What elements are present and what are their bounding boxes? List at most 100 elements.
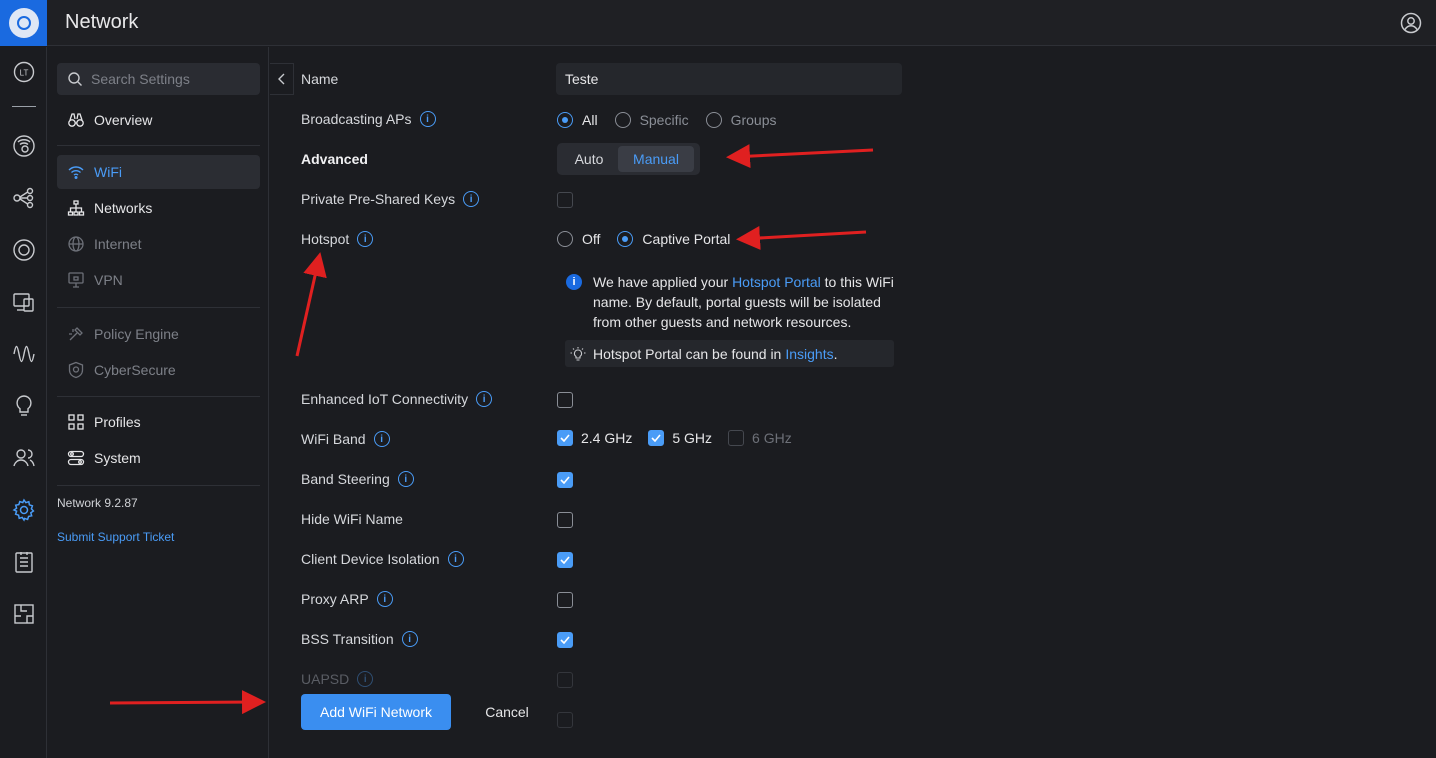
info-icon[interactable]: i (357, 231, 374, 247)
radio-specific[interactable]: Specific (614, 112, 689, 128)
band-6ghz[interactable]: 6 GHz (728, 430, 792, 446)
sidebar-item-label: CyberSecure (94, 362, 176, 378)
advanced-segmented-control: Auto Manual (557, 143, 700, 175)
info-icon[interactable]: i (401, 631, 418, 647)
enhanced-iot-label: Enhanced IoT Connectivity i (301, 391, 493, 407)
top-bar: Network (0, 0, 1436, 46)
cancel-button[interactable]: Cancel (467, 694, 547, 730)
radio-label: All (582, 112, 598, 128)
sidebar-item-label: WiFi (94, 164, 122, 180)
site-lt-label: LT (20, 69, 29, 78)
innerspace-icon[interactable] (11, 601, 37, 627)
name-label: Name (301, 71, 339, 87)
hotspot-portal-link[interactable]: Hotspot Portal (732, 274, 821, 290)
hotspot-options: Off Captive Portal (557, 231, 747, 247)
client-device-isolation-checkbox[interactable] (557, 552, 573, 568)
bss-transition-checkbox[interactable] (557, 632, 573, 648)
topology-icon[interactable] (11, 185, 37, 211)
insights-wave-icon[interactable] (11, 341, 37, 367)
sidebar-item-label: Networks (94, 200, 153, 216)
uapsd-text: UAPSD (301, 671, 350, 687)
hotspot-text: Hotspot (301, 231, 350, 247)
info-icon[interactable]: i (463, 191, 480, 207)
band-steering-checkbox[interactable] (557, 472, 573, 488)
advanced-auto-option[interactable]: Auto (560, 146, 618, 172)
sidebar-item-wifi[interactable]: WiFi (57, 155, 260, 189)
proxy-arp-checkbox[interactable] (557, 592, 573, 608)
band-label: 2.4 GHz (581, 430, 633, 446)
sidebar-item-policy-engine[interactable]: Policy Engine (57, 317, 260, 351)
info-icon[interactable]: i (373, 431, 390, 447)
insights-link[interactable]: Insights (785, 346, 833, 362)
radio-circle[interactable] (557, 231, 573, 247)
sidebar-item-overview[interactable]: Overview (57, 103, 260, 137)
settings-sidebar: Overview WiFi Networks Internet VPN Poli… (48, 47, 269, 758)
app-rail: LT (0, 47, 47, 758)
user-account-icon[interactable] (1400, 12, 1422, 34)
wifi-icon (67, 163, 85, 181)
info-icon[interactable]: i (376, 591, 393, 607)
radio-groups[interactable]: Groups (705, 112, 777, 128)
band-2-4ghz[interactable]: 2.4 GHz (557, 430, 632, 446)
checkbox-checked[interactable] (648, 430, 665, 446)
checkbox-unchecked[interactable] (728, 430, 745, 446)
sidebar-item-profiles[interactable]: Profiles (57, 405, 260, 439)
lightbulb-icon[interactable] (11, 393, 37, 419)
hotspot-notice-text: We have applied your Hotspot Portal to t… (593, 274, 894, 330)
radio-circle[interactable] (705, 112, 722, 128)
add-wifi-network-button[interactable]: Add WiFi Network (301, 694, 451, 730)
enhanced-iot-checkbox[interactable] (557, 392, 573, 408)
globe-icon (67, 235, 85, 253)
devices-icon[interactable] (11, 237, 37, 263)
sidebar-divider (57, 396, 260, 397)
uapsd-checkbox[interactable] (557, 672, 573, 688)
dashboard-icon[interactable] (11, 133, 37, 159)
network-tree-icon (67, 199, 85, 217)
sidebar-item-label: System (94, 450, 141, 466)
info-icon[interactable]: i (357, 671, 374, 687)
site-lt-icon[interactable]: LT (11, 59, 37, 85)
info-icon[interactable]: i (476, 391, 493, 407)
sidebar-item-system[interactable]: System (57, 441, 260, 475)
submit-support-ticket-link[interactable]: Submit Support Ticket (57, 530, 174, 544)
hidden-row-checkbox[interactable] (557, 712, 573, 728)
wifi-band-label: WiFi Band i (301, 431, 390, 447)
band-steering-label: Band Steering i (301, 471, 414, 487)
checkbox-checked[interactable] (557, 430, 573, 446)
logs-icon[interactable] (11, 549, 37, 575)
band-steering-text: Band Steering (301, 471, 390, 487)
radio-circle[interactable] (557, 112, 573, 128)
radio-circle[interactable] (617, 231, 634, 247)
info-icon[interactable]: i (447, 551, 464, 567)
radio-off[interactable]: Off (557, 231, 600, 247)
sidebar-item-networks[interactable]: Networks (57, 191, 260, 225)
radio-circle[interactable] (614, 112, 631, 128)
band-5ghz[interactable]: 5 GHz (648, 430, 712, 446)
private-pre-shared-keys-label: Private Pre-Shared Keys i (301, 191, 480, 207)
binoculars-icon (67, 111, 85, 129)
info-icon[interactable]: i (419, 111, 436, 127)
radio-captive-portal[interactable]: Captive Portal (617, 231, 730, 247)
name-input[interactable] (556, 63, 902, 95)
profiles-grid-icon (67, 413, 85, 431)
clients-icon[interactable] (11, 289, 37, 315)
hide-wifi-name-checkbox[interactable] (557, 512, 573, 528)
info-icon[interactable]: i (397, 471, 414, 487)
sidebar-item-vpn[interactable]: VPN (57, 263, 260, 297)
unifi-logo-icon[interactable] (0, 0, 47, 46)
sidebar-item-label: Profiles (94, 414, 141, 430)
search-input[interactable] (91, 71, 251, 87)
search-box[interactable] (57, 63, 260, 95)
shield-icon (67, 361, 85, 379)
hotspot-label: Hotspot i (301, 231, 374, 247)
hotspot-tip: Hotspot Portal can be found in Insights. (565, 340, 894, 367)
settings-gear-icon[interactable] (11, 497, 37, 523)
radio-all[interactable]: All (557, 112, 598, 128)
private-pre-shared-keys-checkbox[interactable] (557, 192, 573, 208)
sidebar-item-internet[interactable]: Internet (57, 227, 260, 261)
wifi-band-text: WiFi Band (301, 431, 366, 447)
sidebar-item-cybersecure[interactable]: CyberSecure (57, 353, 260, 387)
wifi-band-options: 2.4 GHz 5 GHz 6 GHz (557, 430, 808, 446)
admins-icon[interactable] (11, 445, 37, 471)
advanced-manual-option[interactable]: Manual (618, 146, 694, 172)
